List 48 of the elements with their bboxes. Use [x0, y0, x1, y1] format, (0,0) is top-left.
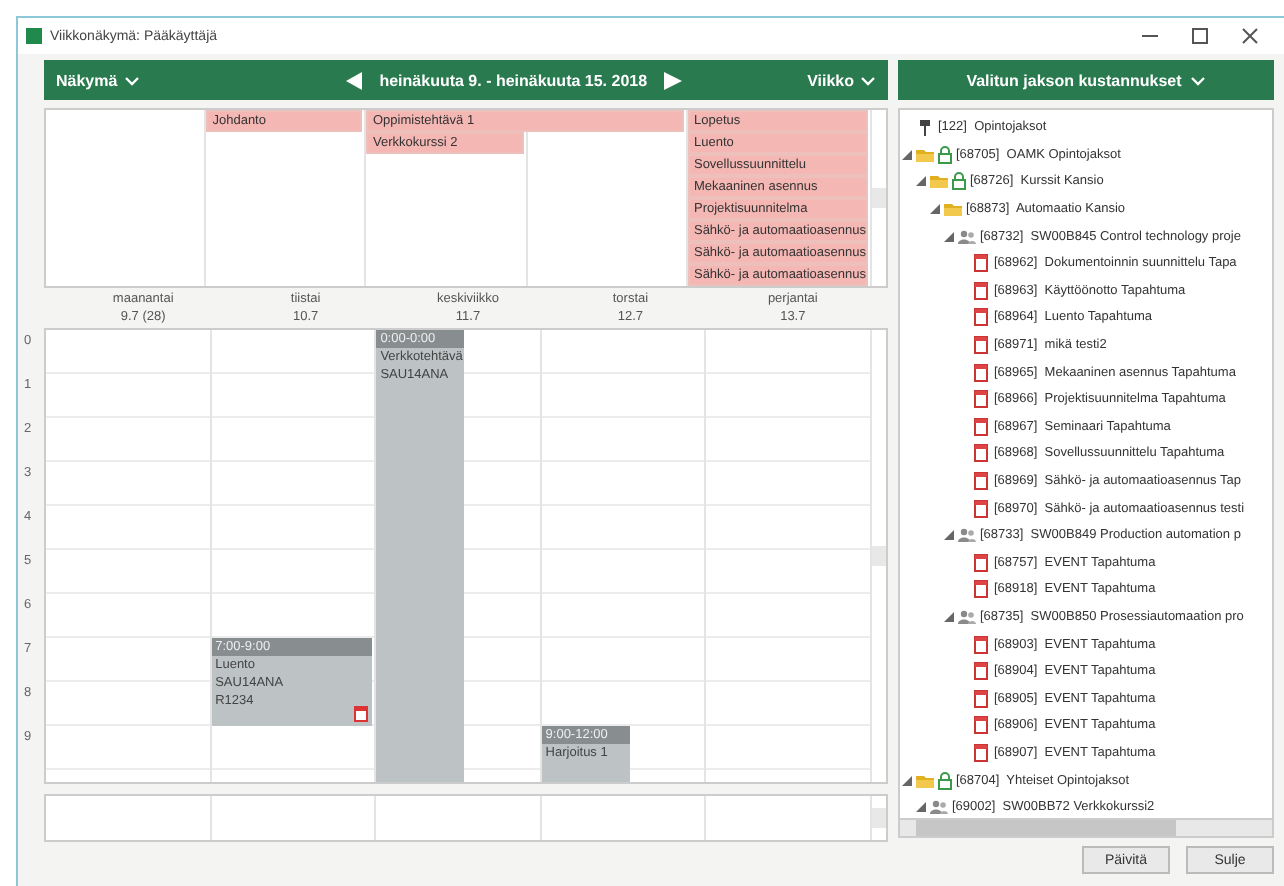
calendar-icon — [972, 417, 990, 436]
calendar-icon — [972, 689, 990, 708]
expander-icon[interactable] — [930, 204, 940, 215]
expander-icon[interactable] — [902, 775, 912, 786]
expander-icon[interactable] — [944, 611, 954, 622]
calendar-icon — [972, 635, 990, 654]
people-icon — [958, 607, 976, 626]
calendar-icon — [972, 363, 990, 382]
calendar-icon — [972, 281, 990, 300]
maximize-icon[interactable] — [1190, 26, 1210, 46]
close-icon[interactable] — [1240, 26, 1260, 46]
folder-icon — [944, 200, 962, 219]
view-menu[interactable]: Näkymä — [56, 71, 140, 89]
expander-icon[interactable] — [944, 231, 954, 242]
folder-icon — [916, 771, 934, 790]
calendar-icon — [972, 390, 990, 409]
caret-icon — [860, 73, 876, 87]
caret-icon — [1189, 73, 1206, 87]
caret-icon — [123, 73, 140, 87]
calendar-icon — [972, 308, 990, 327]
calendar-icon — [972, 444, 990, 463]
calendar-icon — [972, 472, 990, 491]
week-menu[interactable]: Viikko — [807, 71, 876, 89]
expander-icon[interactable] — [916, 176, 926, 187]
people-icon — [958, 526, 976, 545]
people-icon — [958, 227, 976, 246]
calendar-icon — [972, 716, 990, 735]
people-icon — [930, 798, 948, 817]
calendar-icon — [972, 336, 990, 355]
calendar-icon — [972, 743, 990, 762]
expander-icon[interactable] — [916, 802, 926, 813]
horizontal-scrollbar[interactable] — [898, 820, 1274, 838]
expander-icon[interactable] — [902, 149, 912, 160]
expander-icon[interactable] — [944, 530, 954, 541]
previous-icon[interactable] — [345, 71, 364, 89]
calendar-icon — [354, 706, 369, 722]
costs-header[interactable]: Valitun jakson kustannukset — [898, 60, 1274, 100]
calendar-icon — [972, 553, 990, 572]
folder-icon — [930, 172, 948, 191]
calendar-icon — [972, 662, 990, 681]
date-range: heinäkuuta 9. - heinäkuuta 15. 2018 — [379, 71, 648, 89]
calendar-icon — [972, 499, 990, 518]
next-icon[interactable] — [663, 71, 682, 89]
app-icon — [26, 28, 42, 44]
calendar-icon — [972, 254, 990, 273]
folder-icon — [916, 145, 934, 164]
pin-icon — [916, 118, 934, 137]
calendar-icon — [972, 580, 990, 599]
